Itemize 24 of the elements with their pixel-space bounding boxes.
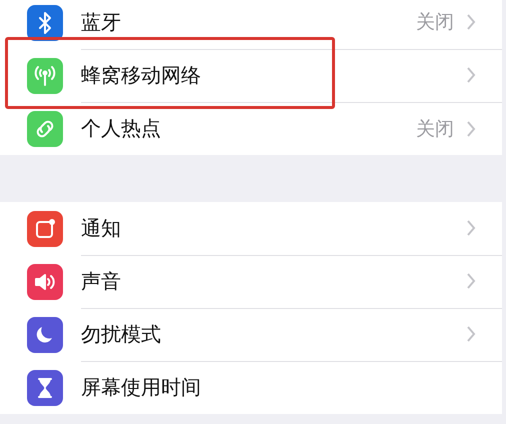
settings-row[interactable]: 屏幕使用时间 [0,361,502,414]
settings-row[interactable]: 勿扰模式 [0,308,502,361]
chevron-icon [466,120,476,138]
row-label: 蓝牙 [81,8,122,36]
settings-row[interactable]: 蓝牙 关闭 [0,0,502,49]
settings-row[interactable]: 个人热点 关闭 [0,102,502,155]
row-label: 屏幕使用时间 [81,374,202,401]
row-label: 通知 [81,214,122,242]
chevron-icon [466,66,476,84]
row-value: 关闭 [416,116,454,142]
row-label: 个人热点 [81,115,162,142]
notification-icon [33,216,57,240]
antenna-icon [33,64,57,88]
chevron-icon [466,272,476,290]
chevron-icon [466,325,476,343]
row-label: 蜂窝移动网络 [81,62,202,88]
row-label: 声音 [81,268,122,294]
settings-row[interactable]: 声音 [0,255,502,308]
row-label: 勿扰模式 [81,320,162,348]
chevron-icon [466,13,476,31]
chevron-icon [466,219,476,237]
settings-row[interactable]: 蜂窝移动网络 [0,49,502,102]
row-value: 关闭 [416,10,454,35]
settings-row[interactable]: 通知 [0,202,502,255]
